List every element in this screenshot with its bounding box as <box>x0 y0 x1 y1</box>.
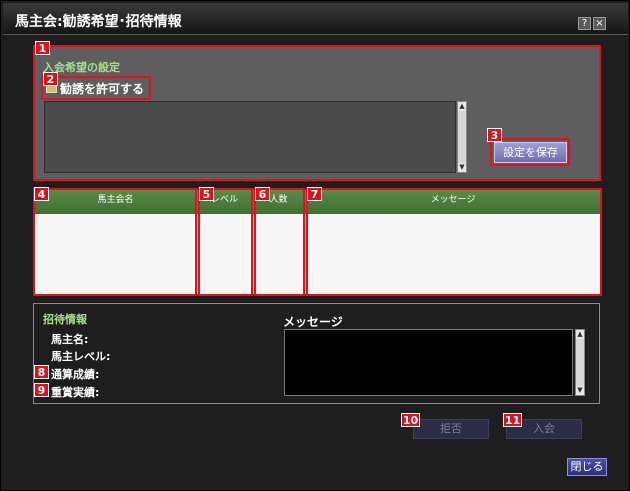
annotation-marker: 5 <box>199 187 214 201</box>
annotation-marker: 8 <box>34 365 49 379</box>
annotation-box-3 <box>490 138 570 166</box>
close-button[interactable]: 閉じる <box>567 458 607 476</box>
annotation-box-6 <box>254 188 305 296</box>
scroll-up-icon[interactable]: ▲ <box>576 330 584 339</box>
scroll-down-icon[interactable]: ▼ <box>576 386 584 395</box>
window-close-button[interactable]: × <box>593 17 606 30</box>
window-title: 馬主会:勧誘希望･招待情報 <box>15 14 182 30</box>
invitation-section-title: 招待情報 <box>43 313 87 326</box>
invitation-message-scrollbar[interactable]: ▲ ▼ <box>575 329 585 396</box>
annotation-box-7 <box>306 188 602 296</box>
help-button[interactable]: ? <box>578 17 591 30</box>
invitation-message-title: メッセージ <box>283 315 343 329</box>
decline-button[interactable]: 拒否 <box>413 419 489 439</box>
annotation-marker: 10 <box>401 413 420 427</box>
annotation-box-5 <box>198 188 253 296</box>
annotation-marker: 4 <box>34 187 49 201</box>
invitation-message-box <box>284 329 573 396</box>
annotation-marker: 2 <box>43 72 58 86</box>
annotation-marker: 7 <box>307 187 322 201</box>
annotation-marker: 1 <box>35 41 50 55</box>
grade-results-label: 重賞実績: <box>51 386 100 399</box>
title-bar: 馬主会:勧誘希望･招待情報 <box>3 3 628 35</box>
annotation-marker: 11 <box>503 413 522 427</box>
dialog-window: 馬主会:勧誘希望･招待情報 ? × 入会希望の設定 勧誘を許可する ▲ ▼ 設定… <box>0 0 630 491</box>
annotation-marker: 3 <box>487 128 502 142</box>
owner-name-label: 馬主名: <box>51 333 89 346</box>
owner-level-label: 馬主レベル: <box>51 350 111 363</box>
annotation-marker: 9 <box>34 383 49 397</box>
total-results-label: 通算成績: <box>51 368 100 381</box>
annotation-marker: 6 <box>255 187 270 201</box>
annotation-box-4 <box>33 188 197 296</box>
